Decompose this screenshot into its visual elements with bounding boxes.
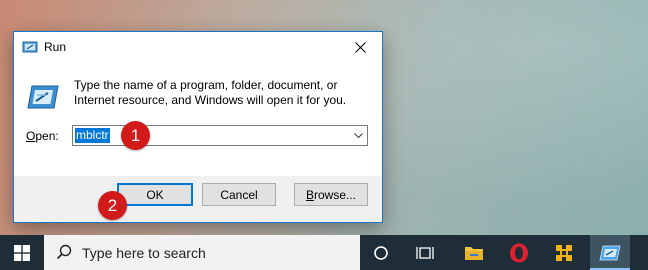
open-combobox[interactable]: mblctr (72, 125, 368, 146)
windows-start-icon (14, 244, 30, 261)
ok-button[interactable]: OK (117, 183, 193, 206)
dropdown-arrow-button[interactable] (350, 126, 367, 145)
open-input-selected-text[interactable]: mblctr (75, 128, 110, 143)
task-view-button[interactable] (406, 235, 444, 270)
step-2-callout: 2 (98, 191, 127, 220)
file-explorer-button[interactable] (455, 235, 493, 270)
start-button[interactable] (0, 235, 44, 270)
cancel-button[interactable]: Cancel (202, 183, 276, 206)
app-icon (556, 244, 572, 261)
taskbar-search-box[interactable]: Type here to search (44, 235, 360, 270)
run-program-icon (27, 85, 59, 109)
cortana-button[interactable] (362, 235, 400, 270)
close-icon (354, 41, 366, 53)
run-app-icon (22, 41, 38, 53)
search-placeholder: Type here to search (82, 245, 206, 261)
task-view-icon (416, 246, 434, 259)
title-bar: Run (14, 32, 382, 62)
step-1-callout: 1 (121, 121, 150, 150)
close-button[interactable] (338, 32, 382, 62)
cortana-icon (374, 245, 388, 260)
run-dialog: Run Type the name of a program, folder, … (13, 31, 383, 223)
run-taskbar-button[interactable] (590, 235, 630, 270)
chevron-down-icon (354, 132, 363, 138)
run-icon (599, 245, 621, 260)
file-explorer-icon (465, 247, 483, 260)
dialog-title: Run (44, 40, 67, 54)
taskbar: Type here to search (0, 235, 648, 270)
open-label: Open: (26, 129, 59, 143)
opera-icon (510, 243, 528, 262)
pinned-app-button[interactable] (545, 235, 583, 270)
dialog-content: Type the name of a program, folder, docu… (14, 62, 382, 176)
opera-button[interactable] (500, 235, 538, 270)
search-icon (56, 244, 72, 260)
dialog-message: Type the name of a program, folder, docu… (74, 78, 347, 107)
browse-button[interactable]: Browse... (294, 183, 368, 206)
